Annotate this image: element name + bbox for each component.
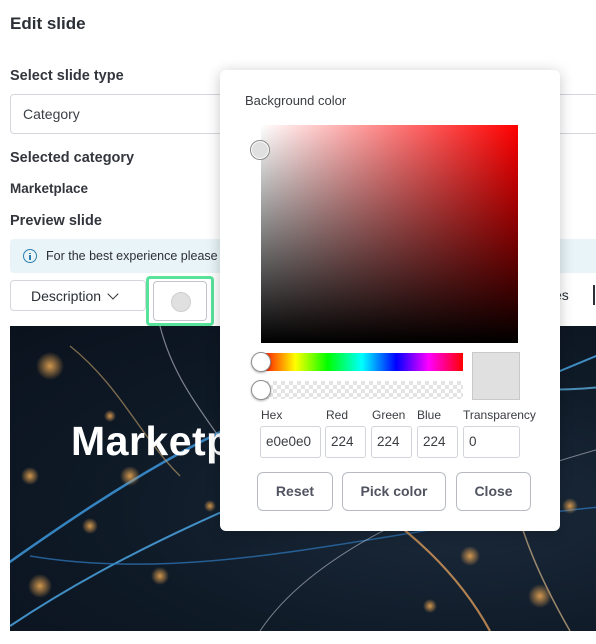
color-dot — [171, 292, 191, 312]
saturation-cursor[interactable] — [250, 140, 270, 160]
slide-heading: Marketp — [71, 418, 232, 464]
transparency-input[interactable]: 0 — [463, 426, 520, 458]
reset-button[interactable]: Reset — [257, 472, 333, 511]
chevron-down-icon — [107, 287, 119, 300]
red-input[interactable]: 224 — [325, 426, 366, 458]
transparency-slider[interactable] — [261, 381, 463, 399]
info-icon — [23, 249, 37, 263]
pick-color-button[interactable]: Pick color — [342, 472, 446, 511]
preview-slide-label: Preview slide — [10, 213, 102, 229]
info-text: For the best experience please — [46, 249, 218, 263]
hue-slider-thumb[interactable] — [251, 352, 271, 372]
blue-input[interactable]: 224 — [417, 426, 458, 458]
green-label: Green — [372, 408, 406, 422]
page-title: Edit slide — [10, 14, 86, 33]
red-label: Red — [326, 408, 349, 422]
description-dropdown[interactable]: Description — [10, 280, 146, 311]
select-slide-type-label: Select slide type — [10, 68, 124, 84]
hex-label: Hex — [261, 408, 283, 422]
color-picker-title: Background color — [245, 93, 347, 108]
transparency-slider-thumb[interactable] — [251, 380, 271, 400]
hue-slider[interactable] — [261, 353, 463, 371]
saturation-area[interactable] — [261, 125, 518, 343]
background-color-picker: Background color Hex Red Green Blue Tran… — [220, 70, 560, 531]
selected-category-label: Selected category — [10, 150, 135, 166]
selected-category-value: Marketplace — [10, 181, 89, 196]
green-input[interactable]: 224 — [371, 426, 412, 458]
blue-label: Blue — [417, 408, 442, 422]
background-color-swatch-highlight — [146, 276, 214, 326]
hex-input[interactable]: e0e0e0 — [260, 426, 321, 458]
description-dropdown-label: Description — [31, 287, 102, 304]
color-preview-swatch — [472, 352, 520, 400]
close-button[interactable]: Close — [456, 472, 531, 511]
toolbar-overflow-marker — [593, 285, 595, 305]
background-color-button[interactable] — [153, 281, 207, 321]
transparency-label: Transparency — [463, 408, 536, 422]
